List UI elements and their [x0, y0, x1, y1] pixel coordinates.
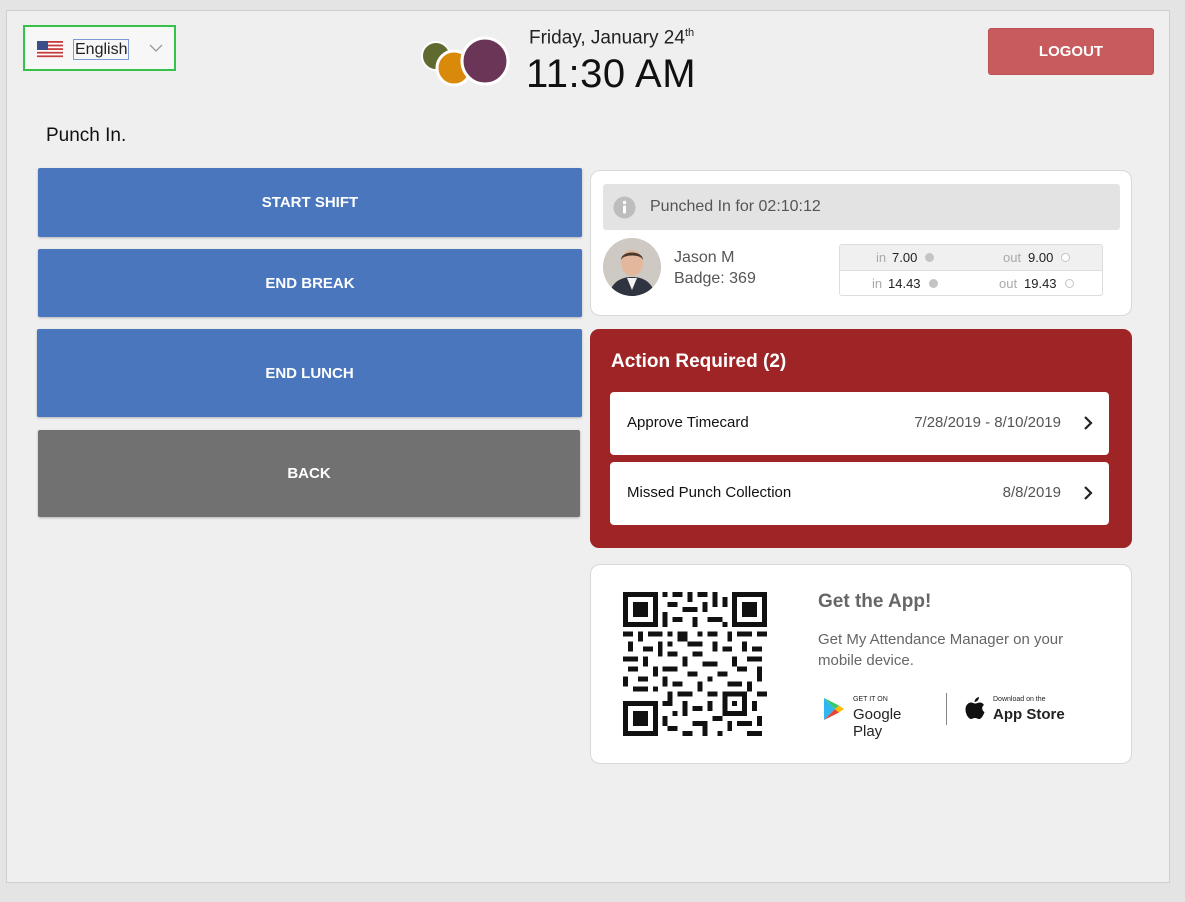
language-value: English — [73, 39, 130, 60]
google-play-badge[interactable]: GET IT ON Google Play — [823, 693, 933, 740]
start-shift-button[interactable]: START SHIFT — [38, 168, 582, 237]
chevron-down-icon — [149, 44, 163, 52]
info-icon — [613, 196, 636, 219]
end-lunch-button[interactable]: END LUNCH — [37, 329, 582, 417]
current-time: 11:30 AM — [526, 52, 697, 96]
back-button[interactable]: BACK — [38, 430, 580, 517]
get-app-title: Get the App! — [818, 591, 932, 612]
action-required-title: Action Required (2) — [611, 351, 787, 372]
logout-button[interactable]: LOGOUT — [988, 28, 1154, 75]
page-title: Punch In. — [46, 125, 127, 146]
action-item-approve-timecard[interactable]: Approve Timecard 7/28/2019 - 8/10/2019 — [610, 392, 1109, 455]
us-flag-icon — [37, 41, 63, 58]
brand-logo — [421, 36, 510, 87]
punch-out-value: 9.00 — [1028, 250, 1054, 265]
avatar — [603, 238, 661, 296]
punch-in-value: 7.00 — [892, 250, 918, 265]
punch-row: in 7.00 out 9.00 — [840, 245, 1102, 271]
app-store-small: Download on the — [993, 696, 1046, 703]
qr-code[interactable] — [623, 592, 767, 736]
status-bar: Punched In for 02:10:12 — [603, 184, 1120, 230]
punch-out-value: 19.43 — [1024, 276, 1057, 291]
punch-status-card: Punched In for 02:10:12 Jason M Badge: 3… — [590, 170, 1132, 316]
current-date: Friday, January 24th — [529, 27, 695, 49]
end-break-button[interactable]: END BREAK — [38, 249, 582, 317]
chevron-right-icon — [1084, 486, 1093, 500]
language-selector[interactable]: English — [23, 25, 176, 71]
punch-in-label: in — [876, 250, 887, 265]
punch-in-label: in — [872, 276, 883, 291]
punch-out-dot — [1061, 253, 1070, 262]
get-app-card: Get the App! Get My Attendance Manager o… — [590, 564, 1132, 764]
google-play-icon — [824, 698, 844, 720]
status-message: Punched In for 02:10:12 — [650, 198, 821, 215]
punch-in-dot — [929, 279, 938, 288]
action-item-range: 8/8/2019 — [1002, 484, 1061, 501]
chevron-right-icon — [1084, 416, 1093, 430]
punch-row: in 14.43 out 19.43 — [840, 271, 1102, 295]
google-play-small: GET IT ON — [853, 696, 888, 703]
action-item-missed-punch[interactable]: Missed Punch Collection 8/8/2019 — [610, 462, 1109, 525]
action-item-name: Approve Timecard — [627, 414, 749, 431]
punch-in-dot — [925, 253, 934, 262]
punch-in-value: 14.43 — [888, 276, 921, 291]
punch-table: in 7.00 out 9.00 in 14.43 out 19.43 — [839, 244, 1103, 296]
store-divider — [946, 693, 947, 725]
app-store-badge[interactable]: Download on the App Store — [965, 693, 1071, 725]
apple-icon — [965, 697, 985, 719]
punch-out-dot — [1065, 279, 1074, 288]
punch-out-label: out — [999, 276, 1018, 291]
action-item-range: 7/28/2019 - 8/10/2019 — [914, 414, 1061, 431]
get-app-description: Get My Attendance Manager on your mobile… — [818, 631, 1064, 669]
employee-badge: Badge: 369 — [674, 270, 756, 287]
app-store-label: App Store — [993, 706, 1065, 723]
google-play-label: Google Play — [853, 706, 902, 740]
punch-out-label: out — [1003, 250, 1022, 265]
action-item-name: Missed Punch Collection — [627, 484, 792, 501]
employee-name: Jason M — [674, 249, 735, 266]
action-required-panel: Action Required (2) Approve Timecard 7/2… — [590, 329, 1132, 548]
